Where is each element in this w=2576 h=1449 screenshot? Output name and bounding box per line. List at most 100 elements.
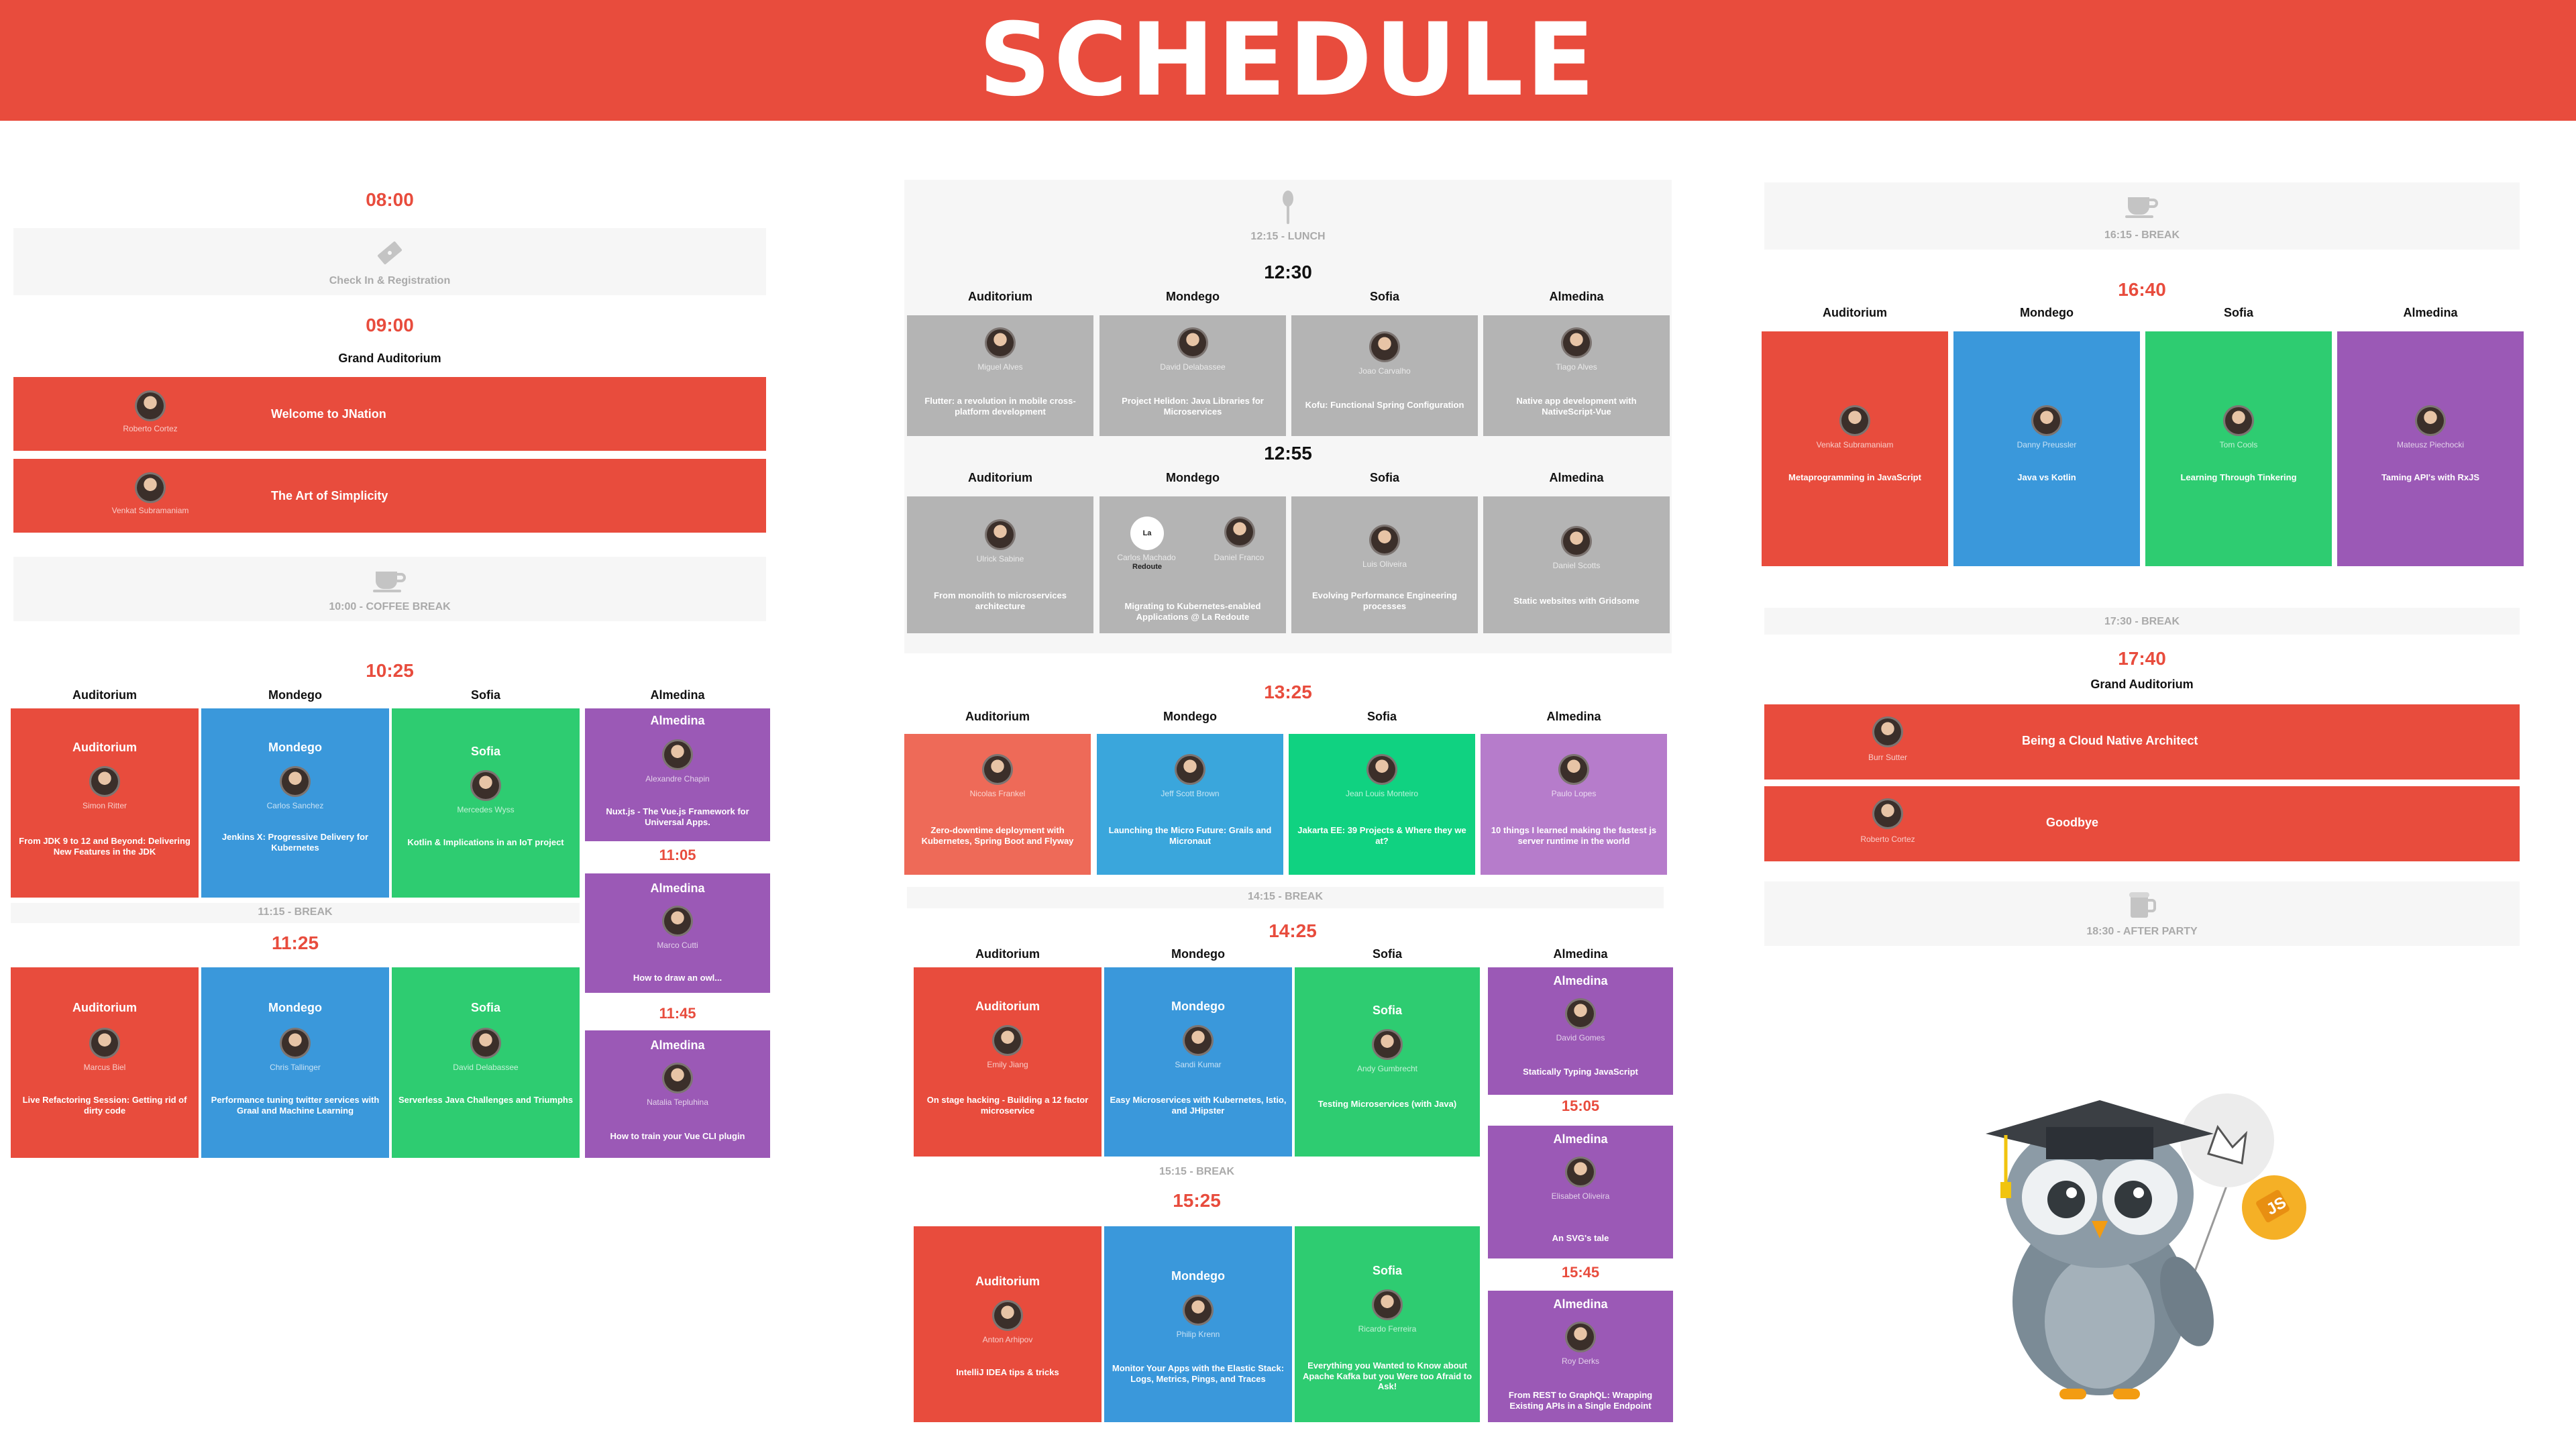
session-card[interactable]: Almedina David Gomes Statically Typing J… (1488, 967, 1673, 1095)
speaker-avatar (985, 327, 1016, 358)
speaker-name: Nicolas Frankel (969, 789, 1026, 798)
session-simplicity[interactable]: Venkat Subramaniam The Art of Simplicity (13, 459, 766, 533)
after-party-label: 18:30 - AFTER PARTY (2086, 926, 2198, 937)
session-card[interactable]: Almedina Natalia Tepluhina How to train … (585, 1030, 770, 1158)
session-card[interactable]: Auditorium Emily Jiang On stage hacking … (914, 967, 1102, 1157)
session-welcome[interactable]: Roberto Cortez Welcome to JNation (13, 377, 766, 451)
lunch-label: 12:15 - LUNCH (1250, 231, 1326, 242)
break-1415-card: 14:15 - BREAK (907, 887, 1664, 908)
room-label-sofia: Sofia (1369, 471, 1399, 484)
session-card[interactable]: Sofia David Delabassee Serverless Java C… (392, 967, 580, 1158)
speaker-name: Venkat Subramaniam (111, 506, 189, 515)
session-room: Almedina (1553, 1132, 1608, 1146)
speaker-name: Simon Ritter (82, 801, 127, 810)
session-title: Migrating to Kubernetes-enabled Applicat… (1124, 601, 1261, 622)
session-card[interactable]: Auditorium Simon Ritter From JDK 9 to 12… (11, 708, 199, 898)
room-label-auditorium: Auditorium (968, 471, 1032, 484)
coffee-cup-icon (2125, 197, 2158, 218)
break-1515-card: 15:15 - BREAK (914, 1162, 1480, 1182)
session-card[interactable]: Joao Carvalho Kofu: Functional Spring Co… (1291, 315, 1478, 436)
session-room: Sofia (1372, 1004, 1402, 1017)
speaker-name: Sandi Kumar (1175, 1060, 1222, 1069)
break-label: 16:15 - BREAK (2104, 229, 2180, 241)
speaker-name: Ricardo Ferreira (1358, 1324, 1417, 1334)
speaker-avatar (1366, 754, 1397, 785)
session-card[interactable]: Mondego Chris Tallinger Performance tuni… (201, 967, 389, 1158)
speaker-name: Marco Cutti (657, 941, 698, 950)
session-card[interactable]: Mondego Philip Krenn Monitor Your Apps w… (1104, 1226, 1292, 1422)
speaker-name: Mateusz Piechocki (2396, 440, 2465, 449)
session-card[interactable]: Ulrick Sabine From monolith to microserv… (907, 496, 1093, 633)
beer-mug-icon (2129, 892, 2156, 918)
speaker-name: Philip Krenn (1176, 1330, 1220, 1339)
room-label-auditorium: Auditorium (968, 290, 1032, 303)
session-title: Java vs Kotlin (2017, 472, 2076, 482)
session-card[interactable]: Miguel Alves Flutter: a revolution in mo… (907, 315, 1093, 436)
speaker-avatar (662, 906, 693, 936)
speaker-avatar (1872, 716, 1903, 747)
speaker-name: Roberto Cortez (123, 424, 178, 433)
room-label-sofia: Sofia (1372, 947, 1402, 961)
session-title: Goodbye (2046, 816, 2099, 829)
speaker-name: Chris Tallinger (270, 1063, 321, 1072)
session-card[interactable]: Almedina Marco Cutti How to draw an owl.… (585, 873, 770, 993)
speaker-avatar (470, 1028, 501, 1059)
session-card[interactable]: Mateusz Piechocki Taming API's with RxJS (2337, 331, 2524, 566)
session-card[interactable]: Mondego Carlos Sanchez Jenkins X: Progre… (201, 708, 389, 898)
session-card[interactable]: Tiago Alves Native app development with … (1483, 315, 1670, 436)
speaker-avatar (1372, 1289, 1403, 1320)
speaker-avatar (1224, 517, 1255, 547)
session-card[interactable]: Auditorium Marcus Biel Live Refactoring … (11, 967, 199, 1158)
session-card[interactable]: Sofia Mercedes Wyss Kotlin & Implication… (392, 708, 580, 898)
session-title: Launching the Micro Future: Grails and M… (1108, 825, 1272, 846)
session-title: Taming API's with RxJS (2381, 472, 2480, 482)
time-1545: 15:45 (1561, 1264, 1600, 1281)
time-1740: 17:40 (2118, 648, 2166, 669)
speaker-avatar (89, 766, 120, 797)
session-title: Everything you Wanted to Know about Apac… (1302, 1360, 1472, 1392)
session-card[interactable]: Auditorium Anton Arhipov IntelliJ IDEA t… (914, 1226, 1102, 1422)
session-room: Mondego (1171, 1269, 1225, 1283)
session-card[interactable]: Almedina Roy Derks From REST to GraphQL:… (1488, 1291, 1673, 1422)
checkin-card: Check In & Registration (13, 228, 766, 295)
session-title: Zero-downtime deployment with Kubernetes… (921, 825, 1074, 846)
room-label-almedina: Almedina (1549, 471, 1604, 484)
session-card[interactable]: Sofia Ricardo Ferreira Everything you Wa… (1295, 1226, 1480, 1422)
speaker-avatar (135, 472, 166, 503)
speaker-avatar (470, 770, 501, 801)
session-card[interactable]: Almedina Elisabet Oliveira An SVG's tale (1488, 1126, 1673, 1258)
session-card[interactable]: Almedina Alexandre Chapin Nuxt.js - The … (585, 708, 770, 841)
session-title: Statically Typing JavaScript (1523, 1067, 1638, 1077)
session-card[interactable]: Luis Oliveira Evolving Performance Engin… (1291, 496, 1478, 633)
spoon-icon (1283, 191, 1293, 224)
session-card[interactable]: Jean Louis Monteiro Jakarta EE: 39 Proje… (1289, 734, 1475, 875)
session-title: From monolith to microservices architect… (934, 590, 1067, 611)
session-goodbye[interactable]: Roberto Cortez Goodbye (1764, 786, 2520, 861)
time-1325: 13:25 (1264, 682, 1312, 702)
session-card[interactable]: Jeff Scott Brown Launching the Micro Fut… (1097, 734, 1283, 875)
speaker-avatar (280, 1028, 311, 1059)
session-room: Sofia (470, 745, 500, 758)
session-card[interactable]: La Redoute Carlos Machado Daniel Franco … (1099, 496, 1286, 633)
room-label-almedina: Almedina (1553, 947, 1608, 961)
session-title: From JDK 9 to 12 and Beyond: Delivering … (19, 836, 191, 857)
session-title: Native app development with NativeScript… (1516, 396, 1637, 417)
session-cloud-native[interactable]: Burr Sutter Being a Cloud Native Archite… (1764, 704, 2520, 780)
session-card[interactable]: Nicolas Frankel Zero-downtime deployment… (904, 734, 1091, 875)
session-card[interactable]: Danny Preussler Java vs Kotlin (1953, 331, 2140, 566)
session-card[interactable]: Daniel Scotts Static websites with Grids… (1483, 496, 1670, 633)
speaker-avatar (982, 754, 1013, 785)
session-card[interactable]: Tom Cools Learning Through Tinkering (2145, 331, 2332, 566)
session-card[interactable]: Mondego Sandi Kumar Easy Microservices w… (1104, 967, 1292, 1157)
session-card[interactable]: Paulo Lopes 10 things I learned making t… (1481, 734, 1667, 875)
speaker-avatar (280, 766, 311, 797)
session-card[interactable]: Venkat Subramaniam Metaprogramming in Ja… (1762, 331, 1948, 566)
speaker-name: Miguel Alves (977, 362, 1023, 372)
session-card[interactable]: David Delabassee Project Helidon: Java L… (1099, 315, 1286, 436)
speaker-name: Natalia Tepluhina (647, 1097, 708, 1107)
speaker-name: David Delabassee (453, 1063, 519, 1072)
speaker-avatar (985, 519, 1016, 550)
speaker-avatar (2415, 405, 2446, 436)
session-card[interactable]: Sofia Andy Gumbrecht Testing Microservic… (1295, 967, 1480, 1157)
speaker-name: Daniel Scotts (1552, 561, 1601, 570)
